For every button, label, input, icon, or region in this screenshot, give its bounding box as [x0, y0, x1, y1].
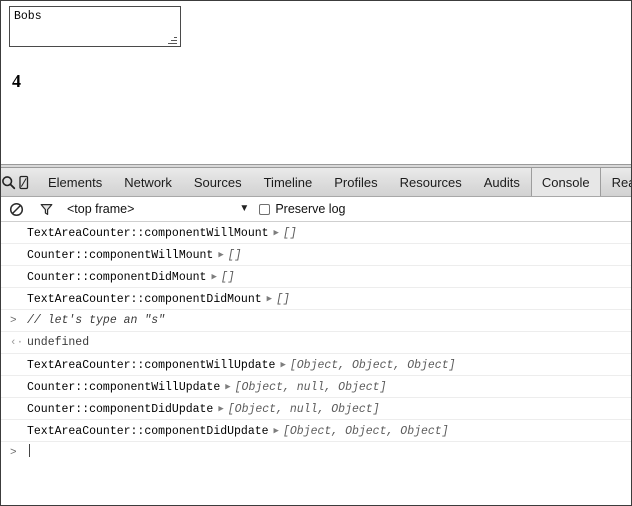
console-message-text: Counter::componentWillUpdate — [27, 381, 221, 394]
console-message-value: [] — [276, 293, 290, 306]
console-message-value: [Object, Object, Object] — [282, 425, 449, 438]
tab-console[interactable]: Console — [530, 168, 601, 196]
console-row[interactable]: Counter::componentWillMount ▶ [] — [1, 244, 631, 266]
input-marker: > — [10, 315, 17, 327]
console-message-text: TextAreaCounter::componentWillMount — [27, 227, 269, 240]
browser-window: 4 Elements Network Sources — [0, 0, 632, 506]
expand-triangle-icon[interactable]: ▶ — [218, 244, 223, 266]
console-message-value: [] — [282, 227, 297, 240]
execution-context-selector[interactable]: <top frame> ▼ — [67, 202, 249, 216]
expand-triangle-icon[interactable]: ▶ — [267, 288, 272, 310]
expand-triangle-icon[interactable]: ▶ — [274, 222, 279, 244]
console-row[interactable]: Counter::componentDidMount ▶ [] — [1, 266, 631, 288]
devtools-tab-list: Elements Network Sources Timeline Profil… — [37, 168, 631, 196]
console-row[interactable]: TextAreaCounter::componentWillMount ▶[] — [1, 222, 631, 244]
filter-icon[interactable] — [31, 202, 61, 217]
console-result-text: undefined — [27, 336, 90, 349]
preserve-log-checkbox[interactable]: Preserve log — [259, 202, 346, 216]
console-message-value: [] — [227, 249, 242, 262]
console-message-text: TextAreaCounter::componentDidUpdate — [27, 425, 269, 438]
chevron-down-icon[interactable]: ▼ — [239, 204, 249, 214]
expand-triangle-icon[interactable]: ▶ — [211, 266, 216, 288]
tab-react[interactable]: React — [601, 168, 631, 196]
character-counter-value: 4 — [12, 71, 21, 91]
console-message-text: Counter::componentWillMount — [27, 249, 214, 262]
execution-context-label: <top frame> — [67, 202, 135, 216]
preserve-log-checkbox-box[interactable] — [259, 203, 271, 215]
console-row[interactable]: TextAreaCounter::componentWillUpdate ▶ [Ob… — [1, 354, 631, 376]
tab-sources[interactable]: Sources — [183, 168, 253, 196]
tab-timeline[interactable]: Timeline — [253, 168, 324, 196]
expand-triangle-icon[interactable]: ▶ — [274, 420, 279, 442]
console-toolbar: <top frame> ▼ Preserve log — [1, 197, 631, 222]
console-message-text: Counter::componentDidMount — [27, 271, 207, 284]
console-message-value: [] — [220, 271, 235, 284]
console-row-input[interactable]: > // let's type an "s" — [1, 310, 631, 332]
tab-network[interactable]: Network — [113, 168, 183, 196]
device-toggle-icon[interactable] — [16, 168, 31, 196]
console-message-text: TextAreaCounter::componentDidMount — [27, 293, 262, 306]
tab-elements[interactable]: Elements — [37, 168, 113, 196]
web-page-viewport: 4 — [1, 1, 631, 164]
console-row[interactable]: TextAreaCounter::componentDidUpdate ▶ [Obj… — [1, 420, 631, 442]
prompt-marker: > — [10, 447, 17, 459]
console-row[interactable]: TextAreaCounter::componentDidMount ▶ [] — [1, 288, 631, 310]
console-input-text: // let's type an "s" — [27, 314, 166, 327]
console-message-value: [Object, null, Object] — [227, 403, 380, 416]
console-row[interactable]: Counter::componentDidUpdate ▶ [Object, nul… — [1, 398, 631, 420]
console-message-list: TextAreaCounter::componentWillMount ▶[] C… — [1, 222, 631, 464]
expand-triangle-icon[interactable]: ▶ — [218, 398, 223, 420]
console-prompt-row[interactable]: > — [1, 442, 631, 464]
tab-profiles[interactable]: Profiles — [323, 168, 388, 196]
text-area-input[interactable] — [9, 6, 181, 47]
devtools-tabbar: Elements Network Sources Timeline Profil… — [1, 168, 631, 197]
devtools-panel: Elements Network Sources Timeline Profil… — [1, 168, 631, 505]
console-message-value: [Object, Object, Object] — [289, 359, 456, 372]
console-message-value: [Object, null, Object] — [234, 381, 387, 394]
result-marker: ‹· — [10, 337, 24, 349]
expand-triangle-icon[interactable]: ▶ — [280, 354, 285, 376]
expand-triangle-icon[interactable]: ▶ — [225, 376, 230, 398]
tab-resources[interactable]: Resources — [389, 168, 473, 196]
text-caret — [29, 444, 30, 457]
console-row-result[interactable]: ‹· undefined — [1, 332, 631, 354]
preserve-log-label: Preserve log — [275, 202, 346, 216]
tab-audits[interactable]: Audits — [473, 168, 531, 196]
console-row[interactable]: Counter::componentWillUpdate ▶ [Object, nu… — [1, 376, 631, 398]
clear-console-icon[interactable] — [1, 202, 31, 217]
console-message-text: TextAreaCounter::componentWillUpdate — [27, 359, 276, 372]
search-icon[interactable] — [1, 168, 16, 196]
console-message-text: Counter::componentDidUpdate — [27, 403, 214, 416]
